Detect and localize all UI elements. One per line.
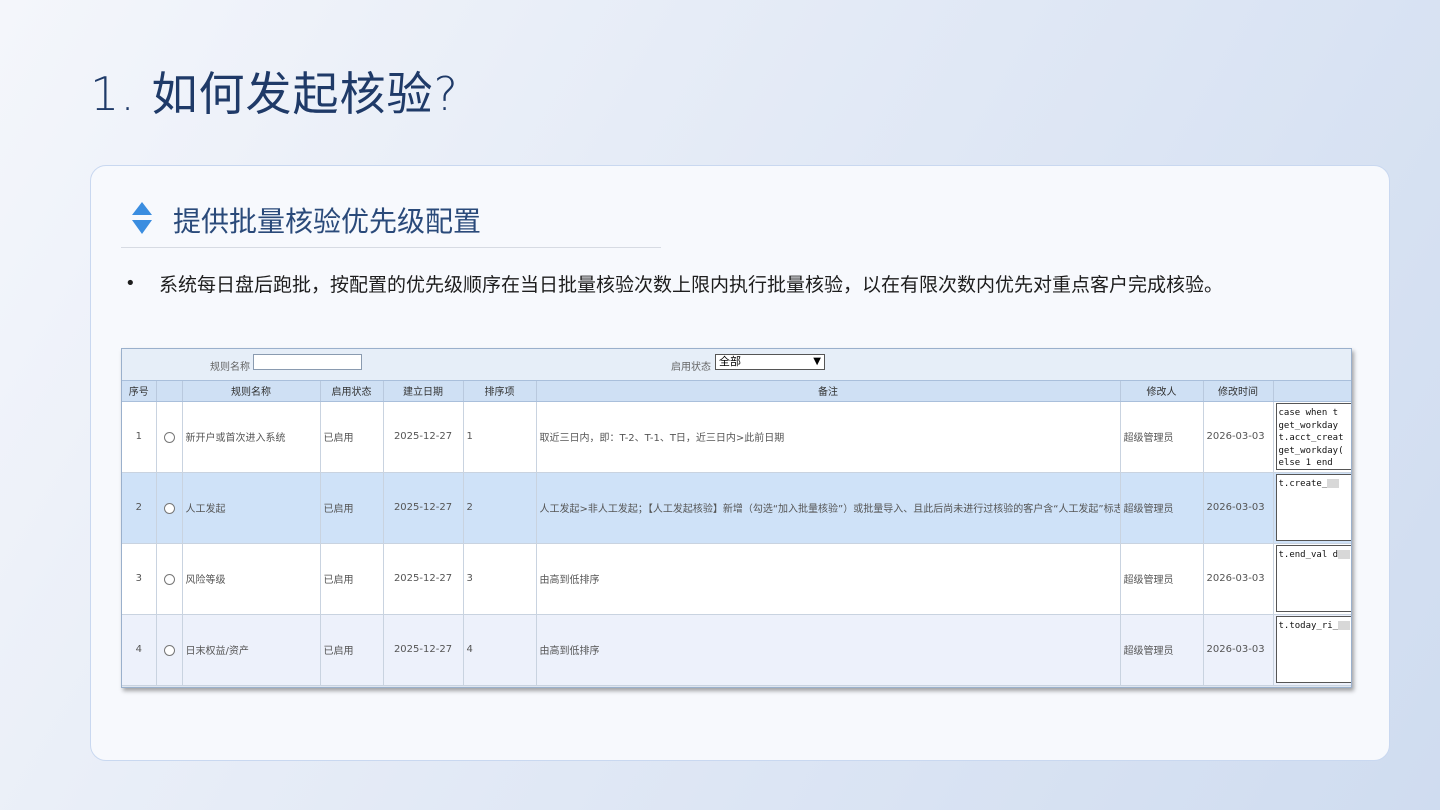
code-line: get_workday( — [1278, 445, 1344, 456]
cell-modified-time: 2026-03-03 — [1203, 472, 1274, 544]
cell-status: 已启用 — [320, 401, 384, 473]
status-filter-value: 全部 — [719, 355, 741, 368]
cell-rule-name: 日末权益/资产 — [182, 614, 321, 686]
bullet-text: 系统每日盘后跑批，按配置的优先级顺序在当日批量核验次数上限内执行批量核验，以在有… — [159, 274, 1224, 296]
rule-name-label: 规则名称 — [210, 362, 250, 373]
cell-select — [156, 543, 183, 615]
bullet-marker: • — [125, 273, 136, 294]
code-line: else 1 end — [1278, 458, 1333, 468]
cell-select — [156, 401, 183, 473]
section-header: 提供批量核验优先级配置 — [121, 196, 661, 248]
code-textarea[interactable]: t.end_val d — [1275, 545, 1351, 612]
header-create-date[interactable]: 建立日期 — [383, 381, 464, 402]
cell-modifier: 超级管理员 — [1120, 472, 1204, 544]
header-order[interactable]: 排序项 — [463, 381, 537, 402]
code-line: t.end_val d — [1278, 550, 1339, 560]
cell-modified-time: 2026-03-03 — [1203, 614, 1274, 686]
code-line: t.acct_creat — [1278, 433, 1344, 443]
cell-remark: 由高到低排序 — [536, 614, 1121, 686]
cell-code: t.today_ri_ — [1273, 614, 1351, 686]
redacted-block — [1338, 550, 1351, 559]
cell-create-date: 2025-12-27 — [383, 472, 464, 544]
cell-modified-time: 2026-03-03 — [1203, 401, 1274, 473]
cell-order: 3 — [463, 543, 537, 615]
cell-order: 2 — [463, 472, 537, 544]
code-textarea[interactable]: case when t get_workday t.acct_creat get… — [1275, 403, 1351, 470]
cell-rule-name: 风险等级 — [182, 543, 321, 615]
cell-index: 1 — [122, 401, 157, 473]
cell-create-date: 2025-12-27 — [383, 543, 464, 615]
cell-status: 已启用 — [320, 472, 384, 544]
cell-remark: 由高到低排序 — [536, 543, 1121, 615]
cell-remark: 人工发起>非人工发起；【人工发起核验】新增（勾选“加入批量核验”）或批量导入、且… — [536, 472, 1121, 544]
cell-modifier: 超级管理员 — [1120, 614, 1204, 686]
cell-status: 已启用 — [320, 543, 384, 615]
cell-index: 3 — [122, 543, 157, 615]
table-row[interactable]: 4 日末权益/资产 已启用 2025-12-27 4 由高到低排序 超级管理员 … — [122, 614, 1351, 686]
status-filter-label: 启用状态 — [671, 362, 711, 373]
rule-name-input[interactable] — [253, 354, 362, 370]
header-modifier[interactable]: 修改人 — [1120, 381, 1204, 402]
section-title: 提供批量核验优先级配置 — [173, 205, 482, 238]
bullet-item: • 系统每日盘后跑批，按配置的优先级顺序在当日批量核验次数上限内执行批量核验，以… — [125, 270, 1375, 297]
cell-rule-name: 新开户或首次进入系统 — [182, 401, 321, 473]
header-remark[interactable]: 备注 — [536, 381, 1121, 402]
cell-rule-name: 人工发起 — [182, 472, 321, 544]
code-line: case when t — [1278, 408, 1339, 418]
cell-status: 已启用 — [320, 614, 384, 686]
page-title: 1. 如何发起核验? — [90, 67, 459, 121]
code-textarea[interactable]: t.create_ — [1275, 474, 1351, 541]
content-card: 提供批量核验优先级配置 • 系统每日盘后跑批，按配置的优先级顺序在当日批量核验次… — [90, 165, 1390, 761]
horizontal-scrollbar[interactable] — [122, 685, 1351, 687]
header-modified-time[interactable]: 修改时间 — [1203, 381, 1274, 402]
cell-create-date: 2025-12-27 — [383, 614, 464, 686]
table-row[interactable]: 3 风险等级 已启用 2025-12-27 3 由高到低排序 超级管理员 202… — [122, 543, 1351, 615]
cell-remark: 取近三日内，即：T-2、T-1、T日，近三日内>此前日期 — [536, 401, 1121, 473]
code-line: t.today_ri_ — [1278, 621, 1339, 631]
rules-table-screenshot: 规则名称 启用状态 全部 ▼ 序号 规则名称 启用状态 建立日期 排序项 备注 … — [121, 348, 1352, 688]
cell-order: 1 — [463, 401, 537, 473]
cell-select — [156, 472, 183, 544]
cell-index: 2 — [122, 472, 157, 544]
header-index[interactable]: 序号 — [122, 381, 157, 402]
code-textarea[interactable]: t.today_ri_ — [1275, 616, 1351, 683]
cell-code: case when t get_workday t.acct_creat get… — [1273, 401, 1351, 473]
table-row[interactable]: 1 新开户或首次进入系统 已启用 2025-12-27 1 取近三日内，即：T-… — [122, 401, 1351, 473]
cell-modifier: 超级管理员 — [1120, 401, 1204, 473]
code-line: get_workday — [1278, 420, 1339, 431]
header-status[interactable]: 启用状态 — [320, 381, 384, 402]
cell-select — [156, 614, 183, 686]
status-filter-select[interactable]: 全部 ▼ — [715, 354, 825, 370]
cell-order: 4 — [463, 614, 537, 686]
redacted-block — [1327, 479, 1340, 488]
chevron-down-icon: ▼ — [813, 356, 821, 367]
cell-modified-time: 2026-03-03 — [1203, 543, 1274, 615]
rules-table: 序号 规则名称 启用状态 建立日期 排序项 备注 修改人 修改时间 1 新开户或… — [122, 381, 1351, 686]
redacted-block — [1338, 621, 1351, 630]
row-radio[interactable] — [163, 574, 175, 585]
row-radio[interactable] — [163, 503, 175, 514]
cell-modifier: 超级管理员 — [1120, 543, 1204, 615]
header-select — [156, 381, 183, 402]
header-code — [1273, 381, 1351, 402]
cell-create-date: 2025-12-27 — [383, 401, 464, 473]
row-radio[interactable] — [163, 432, 175, 443]
row-radio[interactable] — [163, 645, 175, 656]
cell-code: t.create_ — [1273, 472, 1351, 544]
cell-code: t.end_val d — [1273, 543, 1351, 615]
header-rule-name[interactable]: 规则名称 — [182, 381, 321, 402]
table-header-row: 序号 规则名称 启用状态 建立日期 排序项 备注 修改人 修改时间 — [122, 381, 1351, 402]
filter-bar: 规则名称 启用状态 全部 ▼ — [122, 349, 1351, 381]
code-line: t.create_ — [1278, 479, 1328, 489]
table-row-selected[interactable]: 2 人工发起 已启用 2025-12-27 2 人工发起>非人工发起；【人工发起… — [122, 472, 1351, 544]
cell-index: 4 — [122, 614, 157, 686]
sort-arrows-icon — [132, 202, 152, 234]
